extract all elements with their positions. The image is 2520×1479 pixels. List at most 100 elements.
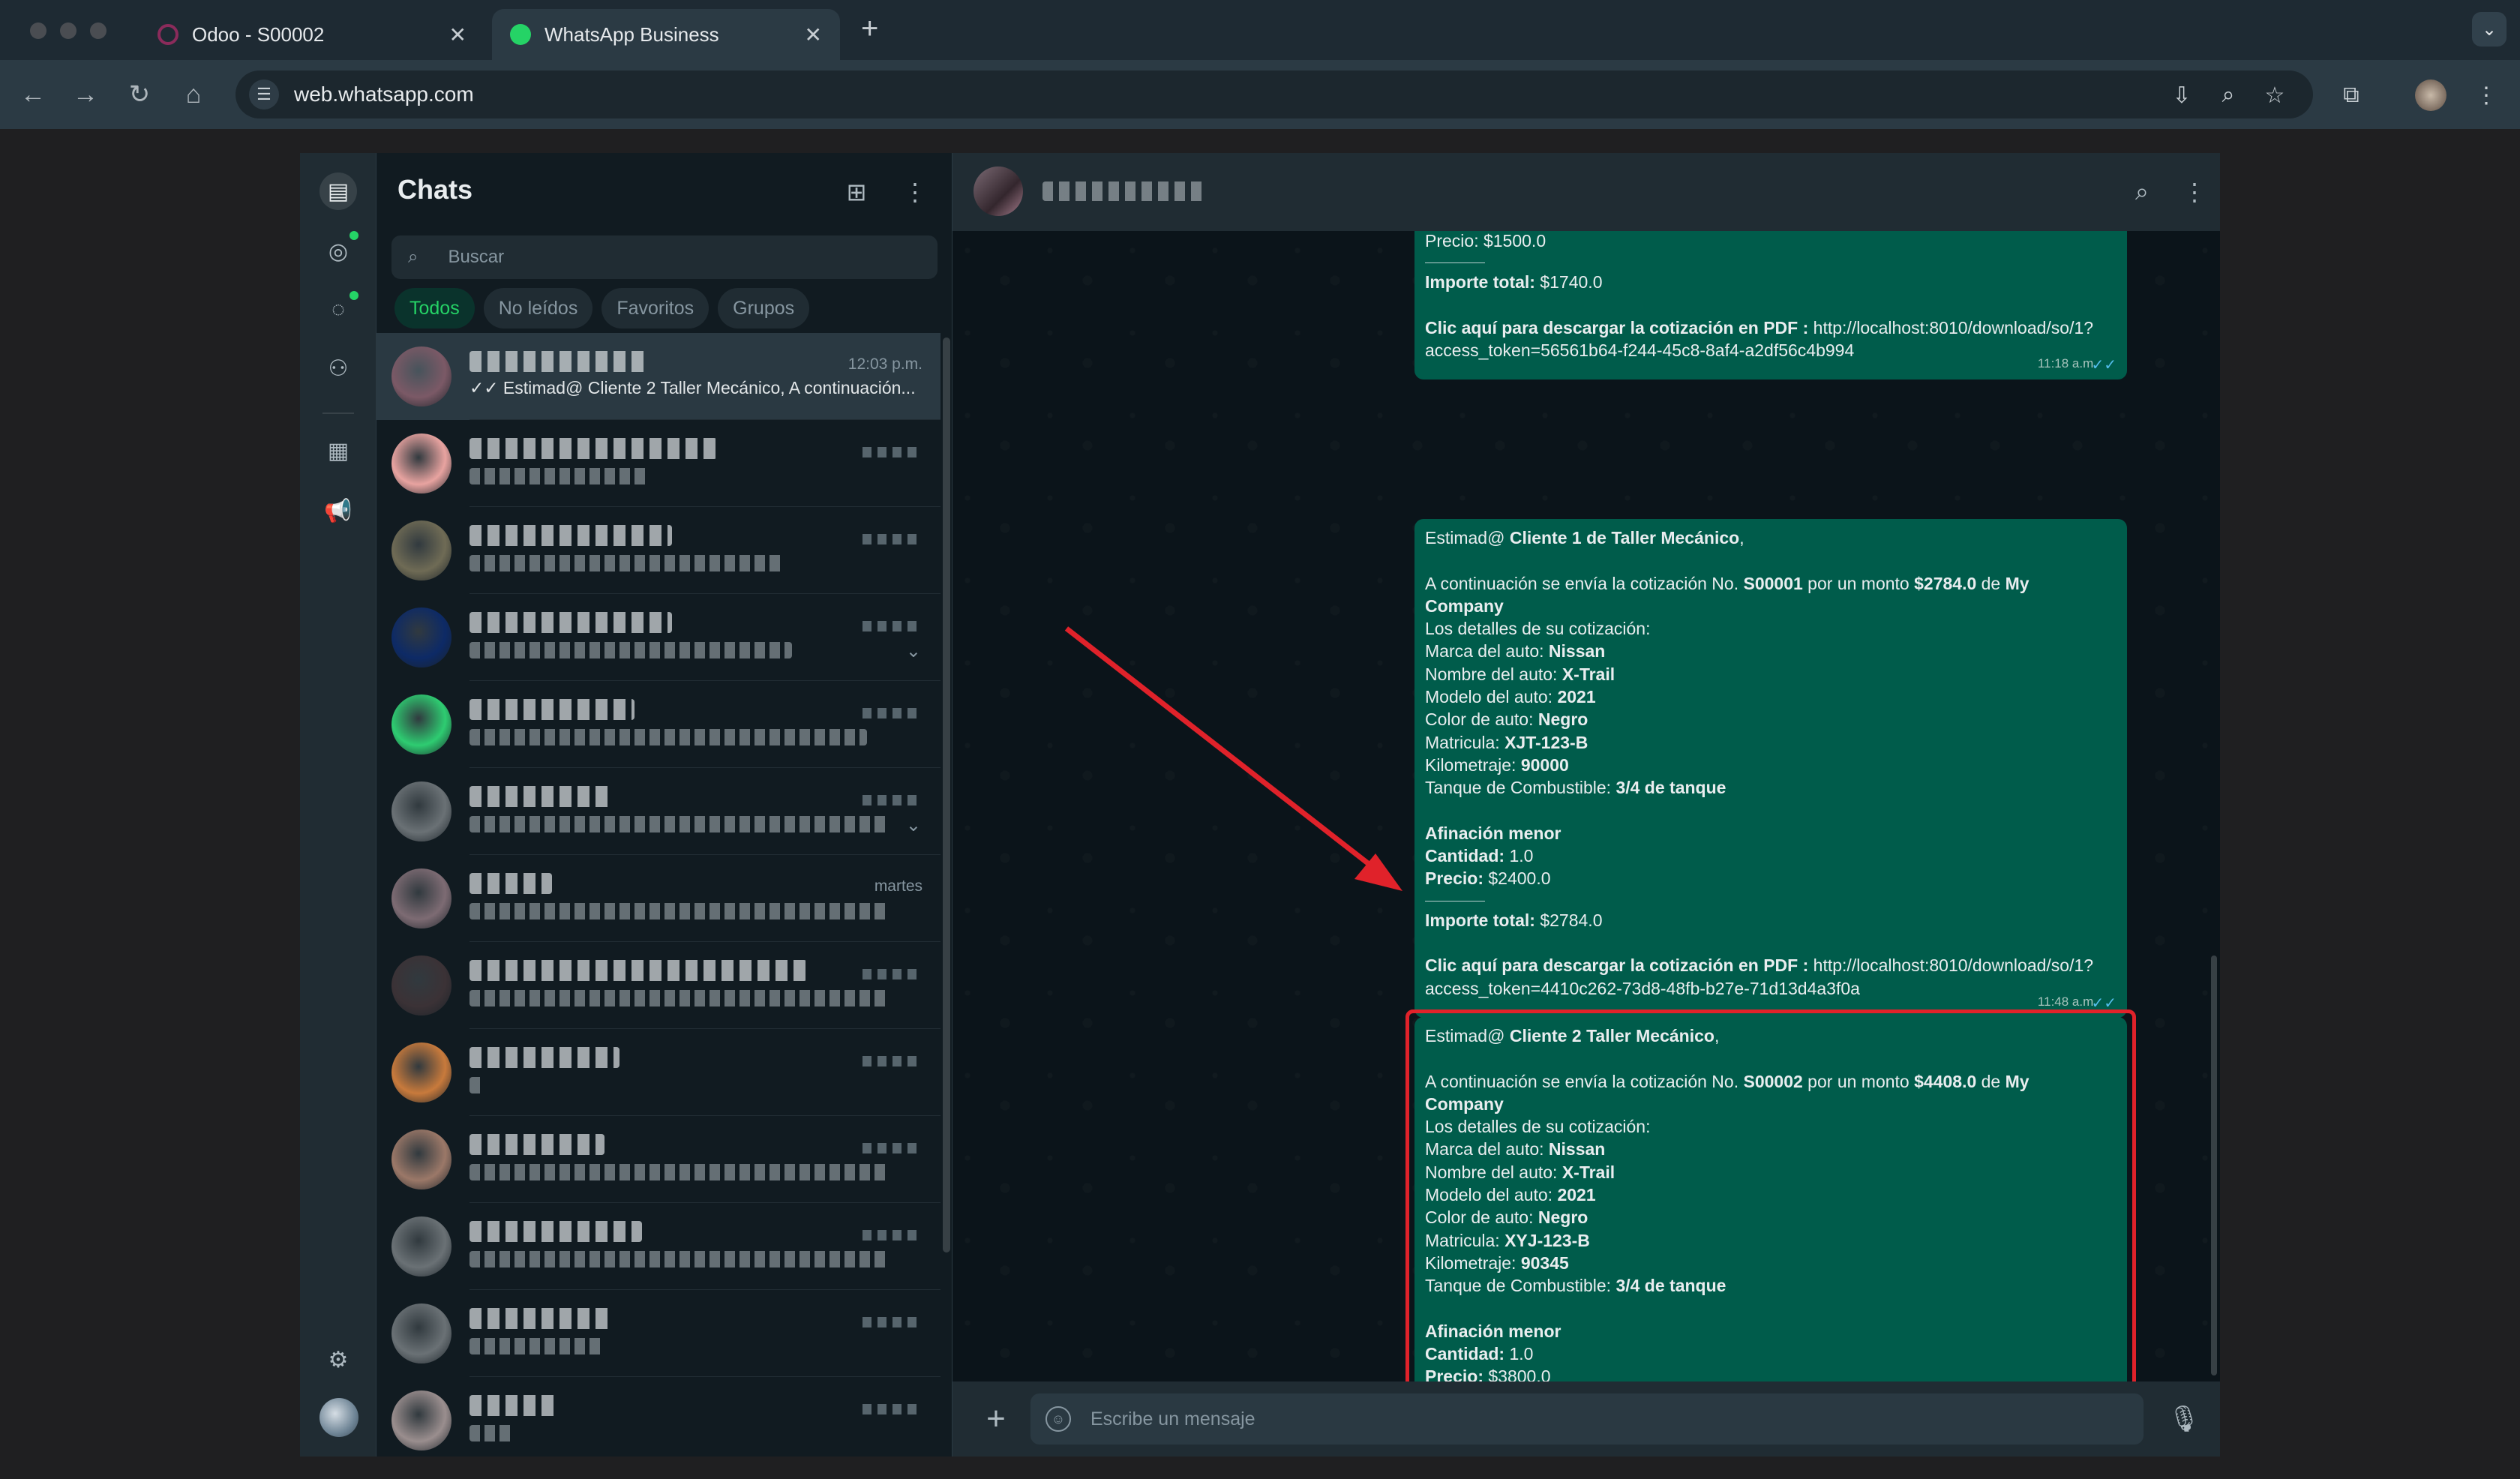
chat-row[interactable]: 12:03 p.m. ✓✓ Estimad@ Cliente 2 Taller M… — [376, 333, 940, 420]
window-minimize-dot[interactable] — [60, 22, 76, 39]
chat-row[interactable] — [376, 942, 940, 1029]
chevron-down-icon[interactable]: ⌄ — [906, 640, 921, 662]
chat-time — [862, 1143, 922, 1154]
chat-name-redacted — [470, 786, 612, 807]
profile-avatar[interactable] — [2415, 80, 2446, 111]
chat-avatar[interactable] — [392, 956, 452, 1016]
message-text: access_token=4410c262-73d8-48fb-b27e-71d… — [1425, 978, 1860, 998]
chat-time — [862, 1404, 922, 1414]
bookmark-star-icon[interactable]: ☆ — [2259, 80, 2290, 111]
filter-no-leidos[interactable]: No leídos — [483, 288, 593, 328]
message-line: Los detalles de su cotización: — [1425, 617, 2118, 640]
new-chat-icon[interactable]: ⊞ — [838, 174, 874, 210]
chats-icon[interactable]: ▤ — [320, 172, 357, 210]
chat-row[interactable]: ⌄ — [376, 594, 940, 681]
message-bold-text: Importe total: — [1425, 272, 1535, 292]
chevron-down-icon[interactable]: ⌄ — [906, 814, 921, 836]
new-tab-button[interactable]: + — [861, 12, 878, 46]
search-messages-icon[interactable]: ⌕ — [2124, 174, 2160, 210]
contact-avatar[interactable] — [974, 166, 1023, 216]
chat-avatar[interactable] — [392, 1130, 452, 1190]
chat-avatar[interactable] — [392, 434, 452, 494]
chat-row[interactable] — [376, 1203, 940, 1290]
extensions-icon[interactable]: ⧉ — [2336, 80, 2367, 111]
reload-icon[interactable]: ↻ — [123, 78, 156, 111]
window-zoom-dot[interactable] — [90, 22, 106, 39]
filter-favoritos[interactable]: Favoritos — [602, 288, 710, 328]
communities-icon[interactable]: ⚇ — [320, 350, 357, 387]
filter-grupos[interactable]: Grupos — [718, 288, 810, 328]
message-text: access_token=56561b64-f244-45c8-8af4-a2d… — [1425, 340, 1855, 361]
search-input[interactable] — [448, 247, 868, 268]
chat-avatar[interactable] — [392, 868, 452, 928]
chat-avatar[interactable] — [392, 694, 452, 754]
message-bubble[interactable]: Estimad@ Cliente 1 de Taller Mecánico, A … — [1414, 519, 2127, 1018]
home-icon[interactable]: ⌂ — [177, 78, 210, 111]
forward-icon[interactable]: → — [69, 78, 102, 111]
read-receipt-icon: ✓✓ — [2091, 357, 2116, 374]
advertise-megaphone-icon[interactable]: 📢 — [320, 492, 357, 530]
search-box[interactable]: ⌕ — [392, 236, 938, 279]
message-bold-text: Precio: — [1425, 868, 1484, 889]
browser-menu-icon[interactable]: ⋮ — [2470, 80, 2502, 111]
message-line: Clic aquí para descargar la cotización e… — [1425, 316, 2118, 339]
chat-avatar[interactable] — [392, 1216, 452, 1276]
message-list: Precio: $1500.0 Importe total: $1740.0 Cl… — [952, 231, 2220, 1382]
chat-row[interactable] — [376, 681, 940, 768]
tab-search-chevron-icon[interactable]: ⌄ — [2472, 12, 2506, 46]
message-line: Marca del auto: Nissan — [1425, 640, 2118, 662]
chat-avatar[interactable] — [392, 1304, 452, 1364]
chat-preview-redacted — [470, 1164, 890, 1180]
chat-avatar[interactable] — [392, 608, 452, 668]
message-line: Clic aquí para descargar la cotización e… — [1425, 954, 2118, 976]
filter-todos[interactable]: Todos — [394, 288, 475, 328]
window-close-dot[interactable] — [30, 22, 46, 39]
message-line: Color de auto: Negro — [1425, 708, 2118, 730]
chat-preview: ✓✓ Estimad@ Cliente 2 Taller Mecánico, A… — [470, 378, 916, 398]
settings-gear-icon[interactable]: ⚙ — [320, 1341, 357, 1378]
conversation-menu-icon[interactable]: ⋮ — [2176, 174, 2212, 210]
menu-icon[interactable]: ⋮ — [897, 174, 933, 210]
back-icon[interactable]: ← — [16, 78, 50, 111]
message-text: Precio: $1500.0 — [1425, 231, 1546, 250]
chat-avatar[interactable] — [392, 1042, 452, 1102]
chat-row[interactable] — [376, 420, 940, 507]
chat-avatar[interactable] — [392, 520, 452, 580]
microphone-icon[interactable]: 🎙 — [2166, 1401, 2202, 1437]
contact-name-redacted[interactable] — [1042, 182, 1208, 201]
message-input-box[interactable]: ☺ — [1030, 1394, 2144, 1444]
chat-avatar[interactable] — [392, 782, 452, 842]
chat-time — [862, 621, 922, 632]
attach-plus-icon[interactable]: + — [978, 1400, 1014, 1437]
emoji-sticker-icon[interactable]: ☺ — [1046, 1406, 1071, 1432]
tab-whatsapp[interactable]: WhatsApp Business ✕ — [492, 9, 840, 60]
catalog-store-icon[interactable]: ▦ — [320, 432, 357, 470]
chat-avatar[interactable] — [392, 346, 452, 406]
chat-row[interactable]: martes — [376, 855, 940, 942]
profile-avatar[interactable] — [320, 1398, 358, 1437]
tab-label: WhatsApp Business — [544, 22, 719, 46]
close-tab-icon[interactable]: ✕ — [805, 22, 822, 47]
site-settings-icon[interactable]: ☰ — [249, 80, 279, 110]
install-app-icon[interactable]: ⇩ — [2166, 80, 2198, 111]
close-tab-icon[interactable]: ✕ — [449, 22, 466, 47]
address-bar[interactable]: ☰ web.whatsapp.com — [236, 70, 2313, 118]
message-input[interactable] — [1090, 1408, 2066, 1430]
chat-name-redacted — [470, 960, 807, 981]
chat-list-scrollbar[interactable] — [943, 338, 950, 1252]
conversation-header[interactable]: ⌕ ⋮ — [952, 153, 2220, 231]
message-bold-text: 90000 — [1520, 754, 1569, 775]
tab-odoo[interactable]: Odoo - S00002 ✕ — [140, 9, 484, 60]
message-line: Nombre del auto: X-Trail — [1425, 663, 2118, 686]
zoom-icon[interactable]: ⌕ — [2212, 80, 2244, 111]
conversation-scrollbar[interactable] — [2211, 956, 2217, 1376]
chat-row[interactable] — [376, 1290, 940, 1377]
chat-row[interactable]: ⌄ — [376, 768, 940, 855]
chat-row[interactable] — [376, 1116, 940, 1203]
chat-name-redacted — [470, 525, 672, 546]
chat-row[interactable] — [376, 507, 940, 594]
chat-row[interactable] — [376, 1029, 940, 1116]
chat-avatar[interactable] — [392, 1390, 452, 1450]
chat-row[interactable] — [376, 1377, 940, 1456]
message-bubble[interactable]: Precio: $1500.0 Importe total: $1740.0 Cl… — [1414, 231, 2127, 380]
